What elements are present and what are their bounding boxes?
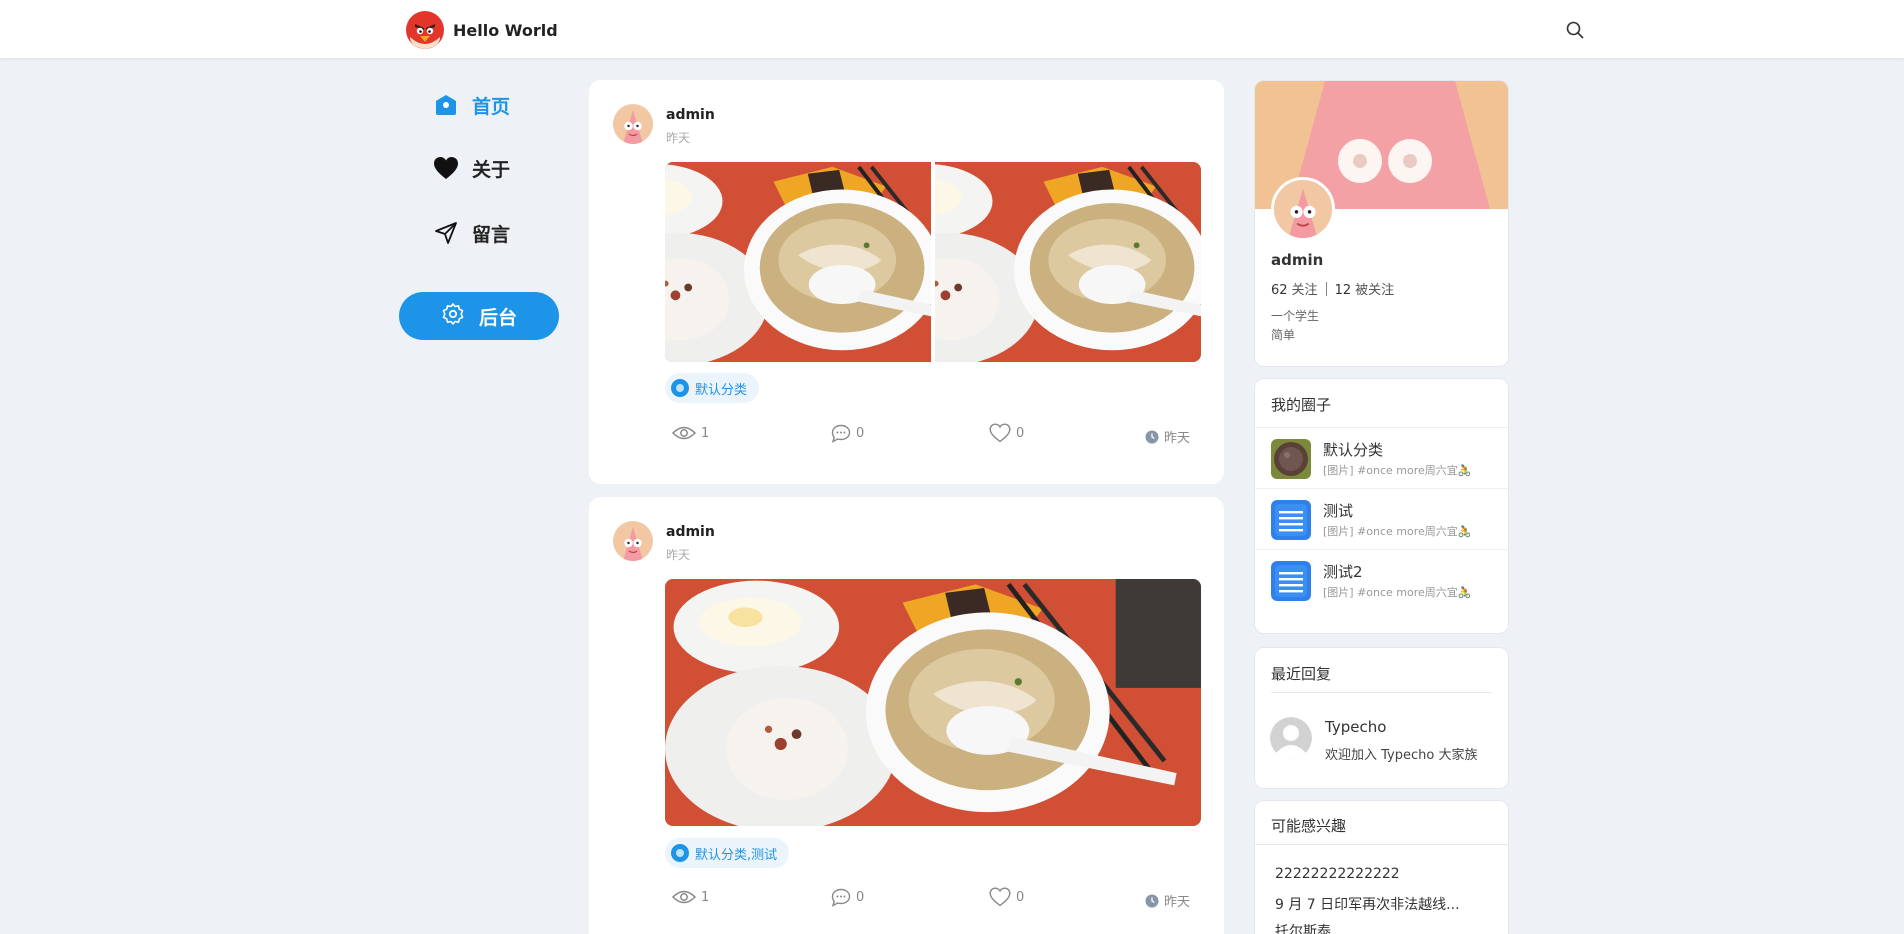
followers-count: 12 — [1334, 283, 1352, 298]
circle-item[interactable]: 测试 [图片] #once more周六宜🚴 — [1255, 488, 1508, 549]
category-tag-label: 默认分类 — [695, 382, 748, 398]
like-count-value: 0 — [1016, 425, 1025, 441]
nav-label-home: 首页 — [472, 95, 511, 118]
angry-bird-logo — [406, 11, 444, 49]
heart-icon — [432, 154, 460, 182]
category-icon — [671, 379, 689, 397]
circle-latest: [图片] #once more周六宜🚴 — [1323, 525, 1472, 538]
clock-icon — [1145, 430, 1159, 443]
post-time: 昨天 — [666, 131, 691, 145]
post-card: admin 昨天 默认分类,测试 1 0 0 昨天 — [589, 497, 1224, 934]
recent-replies-card: 最近回复 Typecho 欢迎加入 Typecho 大家族 — [1254, 647, 1509, 789]
divider — [1271, 692, 1492, 693]
post-image[interactable] — [665, 162, 931, 362]
circle-item[interactable]: 测试2 [图片] #once more周六宜🚴 — [1255, 549, 1508, 610]
circle-name: 测试2 — [1323, 563, 1363, 581]
following-link[interactable]: 62 关注 — [1271, 279, 1318, 298]
comment-icon — [831, 424, 851, 443]
profile-card: admin 62 关注 12 被关注 一个学生 简单 — [1254, 80, 1509, 367]
top-header: Hello World — [0, 0, 1904, 58]
eye-icon — [672, 426, 696, 440]
search-icon[interactable] — [1566, 21, 1584, 39]
nav-item-messages[interactable]: 留言 — [432, 216, 542, 250]
nav-label-messages: 留言 — [472, 223, 511, 246]
home-icon — [432, 91, 460, 119]
my-circles-card: 我的圈子 默认分类 [图片] #once more周六宜🚴 测试 [图片] #o… — [1254, 378, 1509, 634]
view-count-value: 1 — [701, 889, 710, 905]
followers-label: 被关注 — [1355, 283, 1395, 298]
eye-icon — [672, 890, 696, 904]
view-count-value: 1 — [701, 425, 710, 441]
following-count: 62 — [1271, 283, 1288, 298]
heart-icon — [989, 423, 1011, 443]
admin-button-label: 后台 — [478, 306, 517, 329]
post-date: 昨天 — [1145, 891, 1190, 910]
suggested-item[interactable]: 9 月 7 日印军再次非法越线... — [1275, 894, 1460, 914]
brand[interactable]: Hello World — [406, 11, 558, 49]
reply-author[interactable]: Typecho — [1325, 718, 1386, 736]
card-title: 最近回复 — [1271, 665, 1332, 683]
divider — [1325, 281, 1327, 296]
comment-count[interactable]: 0 — [831, 888, 864, 907]
followers-link[interactable]: 12 被关注 — [1335, 279, 1395, 298]
document-icon — [1271, 500, 1311, 540]
circle-item[interactable]: 默认分类 [图片] #once more周六宜🚴 — [1255, 427, 1508, 488]
profile-bio: 一个学生 简单 — [1271, 307, 1319, 345]
profile-name[interactable]: admin — [1271, 251, 1323, 269]
post-time: 昨天 — [666, 548, 691, 562]
document-icon — [1271, 561, 1311, 601]
circle-thumbnail — [1271, 439, 1311, 479]
view-count[interactable]: 1 — [672, 889, 709, 905]
circle-name: 测试 — [1323, 502, 1354, 520]
category-tag[interactable]: 默认分类 — [665, 373, 760, 403]
heart-icon — [989, 887, 1011, 907]
avatar[interactable] — [1271, 177, 1335, 241]
avatar[interactable] — [613, 521, 653, 561]
avatar[interactable] — [613, 104, 653, 144]
user-icon[interactable] — [1270, 717, 1312, 759]
gear-icon — [441, 302, 465, 330]
profile-stats: 62 关注 12 被关注 — [1271, 279, 1394, 298]
suggested-item[interactable]: 22222222222222 — [1275, 866, 1400, 882]
circle-name: 默认分类 — [1323, 441, 1384, 459]
post-image[interactable] — [935, 162, 1201, 362]
post-date: 昨天 — [1145, 427, 1190, 446]
admin-button[interactable]: 后台 — [399, 292, 559, 340]
site-name: Hello World — [453, 20, 558, 40]
post-author[interactable]: admin — [666, 524, 715, 540]
comment-count-value: 0 — [856, 426, 865, 441]
clock-icon — [1145, 894, 1159, 907]
comment-icon — [831, 888, 851, 907]
divider — [1255, 844, 1508, 845]
view-count[interactable]: 1 — [672, 425, 709, 441]
post-date-value: 昨天 — [1164, 895, 1191, 910]
nav-label-about: 关于 — [472, 158, 511, 181]
send-icon — [432, 219, 460, 247]
suggested-card: 可能感兴趣 22222222222222 9 月 7 日印军再次非法越线... … — [1254, 800, 1509, 934]
nav-item-about[interactable]: 关于 — [432, 151, 542, 185]
comment-count[interactable]: 0 — [831, 424, 864, 443]
nav-item-home[interactable]: 首页 — [432, 88, 542, 122]
card-title: 可能感兴趣 — [1271, 817, 1347, 835]
post-author[interactable]: admin — [666, 107, 715, 123]
circle-latest: [图片] #once more周六宜🚴 — [1323, 464, 1472, 477]
post-date-value: 昨天 — [1164, 431, 1191, 446]
reply-text[interactable]: 欢迎加入 Typecho 大家族 — [1325, 744, 1477, 763]
post-card: admin 昨天 默认分类 1 0 0 昨天 — [589, 80, 1224, 484]
bio-line: 简单 — [1271, 328, 1296, 342]
category-tag[interactable]: 默认分类,测试 — [665, 838, 790, 868]
like-count[interactable]: 0 — [989, 423, 1024, 443]
following-label: 关注 — [1291, 283, 1318, 298]
card-title: 我的圈子 — [1271, 396, 1332, 414]
circle-latest: [图片] #once more周六宜🚴 — [1323, 586, 1472, 599]
suggested-item[interactable]: 托尔斯泰 — [1275, 921, 1331, 934]
bio-line: 一个学生 — [1271, 309, 1320, 323]
category-tag-label: 默认分类,测试 — [695, 847, 778, 863]
like-count-value: 0 — [1016, 889, 1025, 905]
comment-count-value: 0 — [856, 890, 865, 905]
post-image[interactable] — [665, 579, 1201, 826]
like-count[interactable]: 0 — [989, 887, 1024, 907]
category-icon — [671, 844, 689, 862]
